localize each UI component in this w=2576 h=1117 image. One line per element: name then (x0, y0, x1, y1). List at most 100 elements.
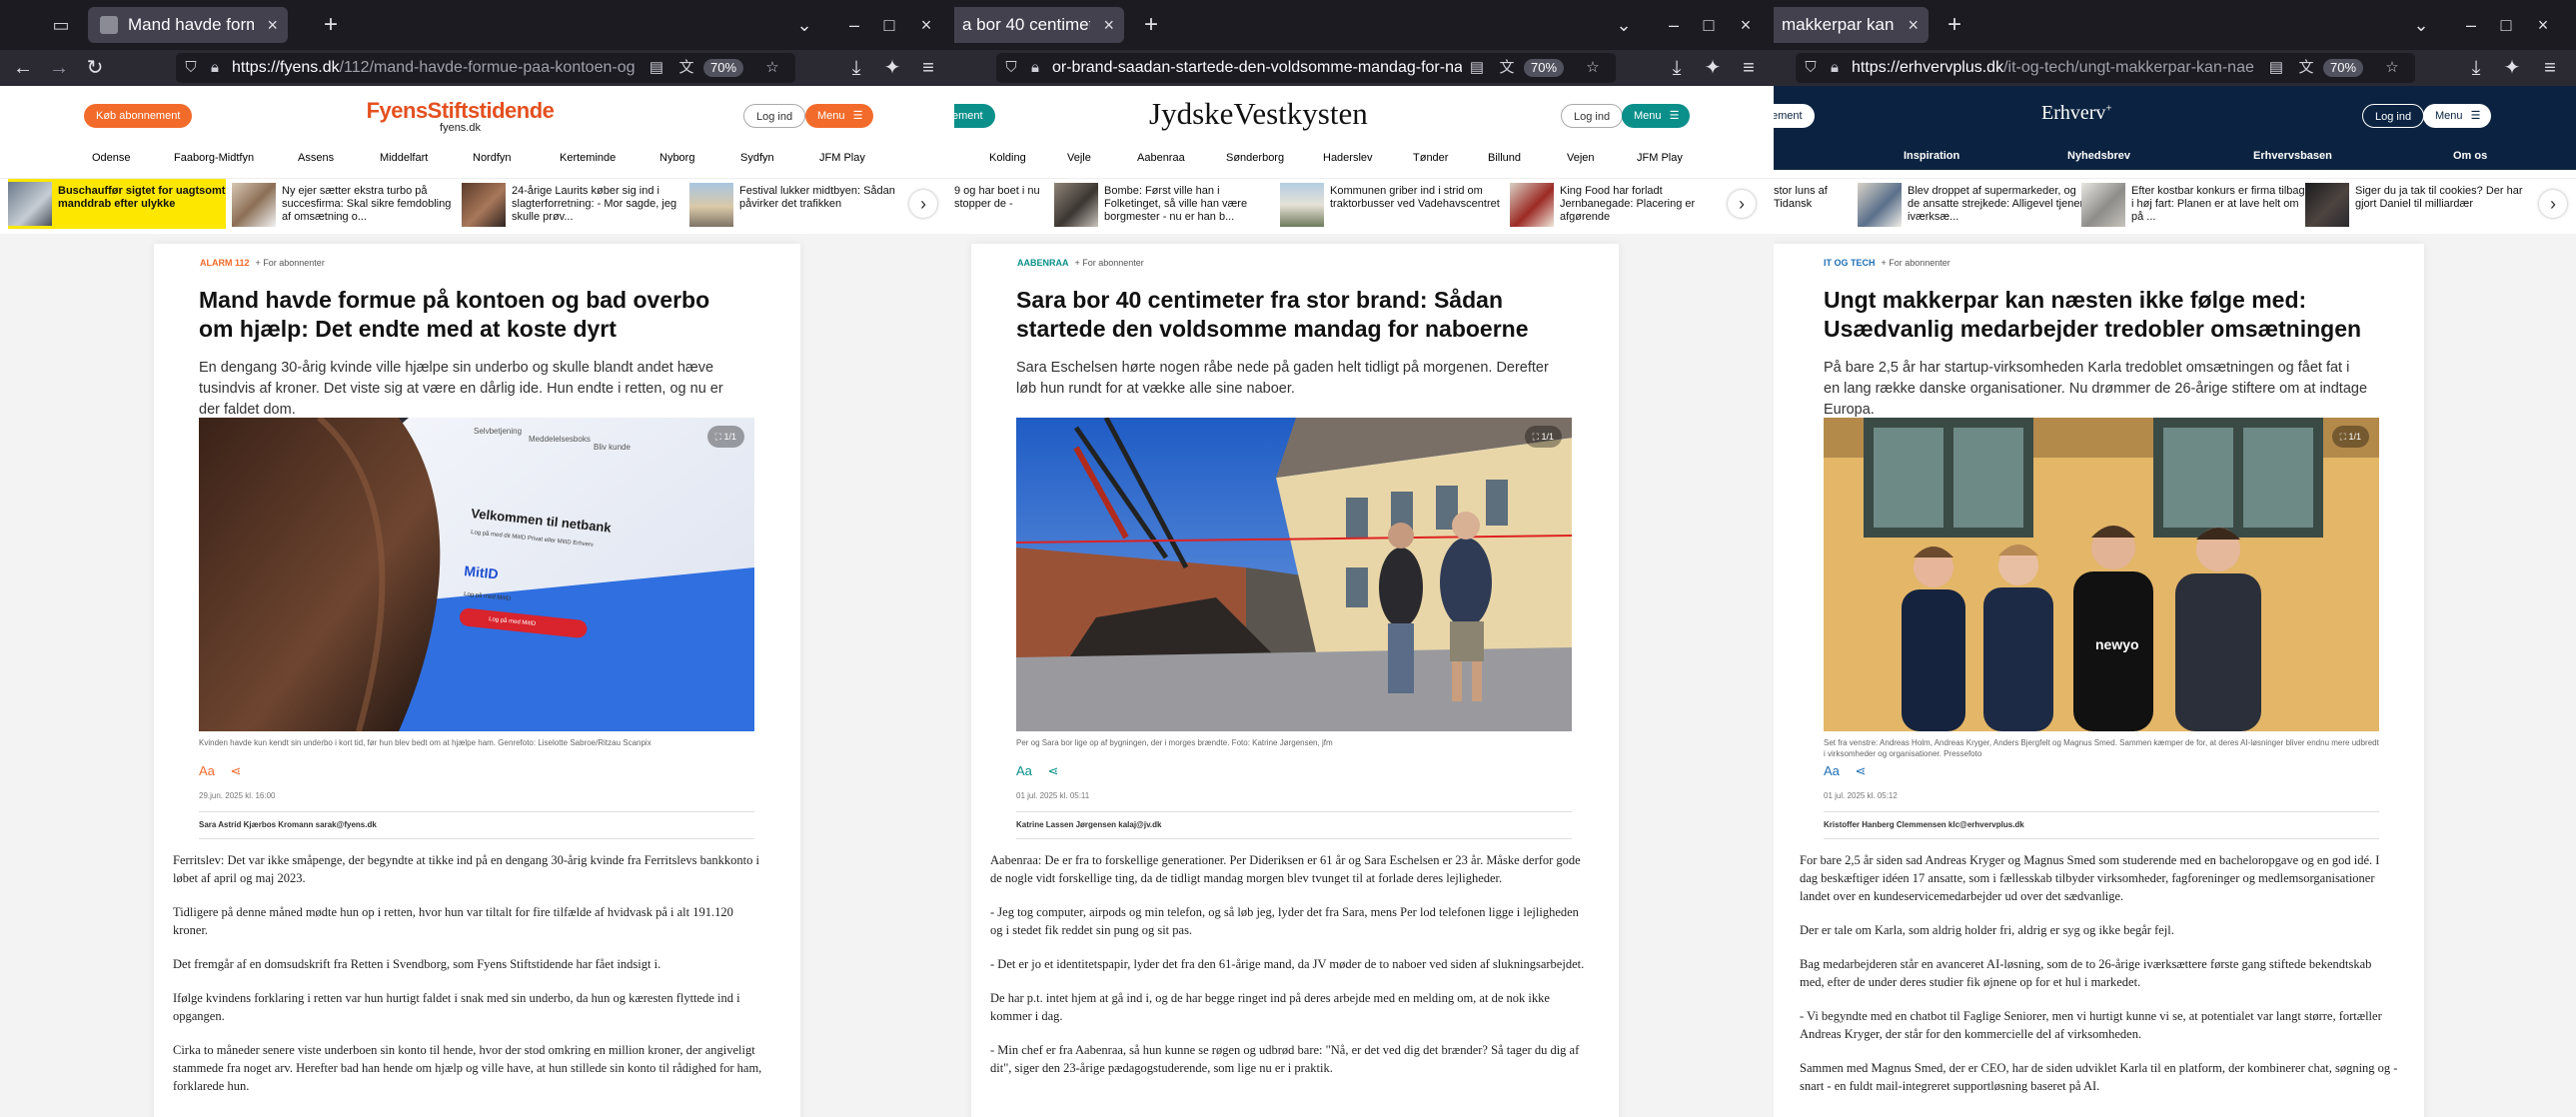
section-link[interactable]: Sydfyn (740, 152, 774, 164)
url-bar[interactable]: ⛉ 🔒︎ or-brand-saadan-startede-den-voldso… (996, 53, 1616, 83)
login-button[interactable]: Log ind (743, 104, 806, 128)
section-link[interactable]: Tønder (1413, 152, 1448, 164)
tab-active[interactable]: Mand havde formue på kontoen og bad over… (88, 7, 288, 43)
strip-next-icon[interactable]: › (909, 190, 937, 218)
strip-card[interactable]: King Food har forladt Jernbanegade: Plac… (1510, 183, 1710, 227)
strip-card[interactable]: Festival lukker midtbyen: Sådan påvirker… (689, 183, 899, 227)
section-link[interactable]: Haderslev (1323, 152, 1373, 164)
strip-card[interactable]: Siger du ja tak til cookies? Der har gjo… (2305, 183, 2535, 227)
font-size-button[interactable]: Aa (1016, 763, 1032, 778)
site-logo[interactable]: JydskeVestkysten (1149, 96, 1368, 132)
site-logo[interactable]: Erhverv+ (2041, 102, 2112, 125)
tab-active[interactable]: a bor 40 centimeter fra stor brand × (954, 7, 1124, 43)
strip-next-icon[interactable]: › (2539, 190, 2567, 218)
extensions-icon[interactable]: ✦ (1698, 53, 1728, 83)
section-link[interactable]: Billund (1488, 152, 1521, 164)
maximize-icon[interactable]: □ (2491, 10, 2521, 40)
buy-subscription-button[interactable]: ement (1774, 104, 1815, 128)
menu-button[interactable]: Menu ☰ (2423, 104, 2491, 128)
strip-card[interactable]: Kommunen griber ind i strid om traktorbu… (1280, 183, 1510, 227)
zoom-level[interactable]: 70% (703, 59, 744, 77)
buy-subscription-button[interactable]: Køb abonnement (84, 104, 193, 128)
section-tag[interactable]: AABENRAA (1017, 258, 1069, 268)
section-link[interactable]: Om os (2453, 150, 2487, 162)
lock-icon[interactable]: 🔒︎ (1024, 53, 1046, 83)
strip-card[interactable]: Buschauffør sigtet for uagtsomt manddrab… (8, 179, 226, 229)
app-menu-icon[interactable]: ≡ (1734, 53, 1764, 83)
share-icon[interactable]: ⋖ (231, 763, 242, 778)
section-link[interactable]: Vejle (1067, 152, 1091, 164)
section-link[interactable]: Middelfart (380, 152, 428, 164)
zoom-level[interactable]: 70% (1524, 59, 1565, 77)
translate-icon[interactable]: 文 (1496, 53, 1518, 83)
site-logo[interactable]: FyensStiftstidende fyens.dk (358, 98, 563, 134)
byline[interactable]: Katrine Lassen Jørgensen kalaj@jv.dk (1016, 811, 1572, 839)
photo-expand-button[interactable]: ⛶ 1/1 (706, 426, 744, 448)
section-tag[interactable]: IT OG TECH (1824, 258, 1876, 268)
login-button[interactable]: Log ind (2362, 104, 2425, 128)
section-link[interactable]: Kerteminde (560, 152, 616, 164)
share-icon[interactable]: ⋖ (1856, 763, 1867, 778)
url-bar[interactable]: ⛉ 🔒︎ https://fyens.dk/112/mand-havde-for… (176, 53, 795, 83)
strip-card[interactable]: Bombe: Først ville han i Folketinget, så… (1054, 183, 1274, 227)
article-photo[interactable]: Selvbetjening Meddelelsesboks Bliv kunde… (199, 418, 754, 731)
list-tabs-icon[interactable]: ⌄ (789, 10, 819, 40)
photo-expand-button[interactable]: ⛶ 1/1 (1524, 426, 1562, 448)
strip-card[interactable]: stor luns af Tidansk (1774, 183, 1864, 227)
zoom-level[interactable]: 70% (2323, 59, 2364, 77)
section-link[interactable]: Odense (92, 152, 131, 164)
section-tag[interactable]: ALARM 112 (200, 258, 250, 268)
lock-icon[interactable]: 🔒︎ (204, 53, 226, 83)
strip-card[interactable]: 9 og har boet i nu stopper de - (954, 183, 1044, 227)
new-tab-icon[interactable]: + (316, 10, 346, 40)
forward-icon[interactable]: → (44, 53, 74, 83)
strip-next-icon[interactable]: › (1728, 190, 1756, 218)
photo-expand-button[interactable]: ⛶ 1/1 (2331, 426, 2369, 448)
font-size-button[interactable]: Aa (1824, 763, 1840, 778)
downloads-icon[interactable]: ⤓ (2461, 53, 2491, 83)
article-photo[interactable]: ⛶ 1/1 (1016, 418, 1572, 731)
bookmark-star-icon[interactable]: ☆ (2381, 53, 2403, 83)
bookmark-star-icon[interactable]: ☆ (1582, 53, 1604, 83)
new-tab-icon[interactable]: + (1939, 10, 1969, 40)
close-window-icon[interactable]: × (1731, 10, 1761, 40)
byline[interactable]: Kristoffer Hanberg Clemmensen klc@erhver… (1824, 811, 2379, 839)
reader-view-icon[interactable]: ▤ (645, 53, 667, 83)
section-link[interactable]: JFM Play (819, 152, 865, 164)
tracking-shield-icon[interactable]: ⛉ (1800, 53, 1822, 83)
login-button[interactable]: Log ind (1561, 104, 1624, 128)
list-tabs-icon[interactable]: ⌄ (2406, 10, 2436, 40)
section-link[interactable]: Inspiration (1904, 150, 1959, 162)
new-tab-icon[interactable]: + (1136, 10, 1166, 40)
close-tab-icon[interactable]: × (1908, 7, 1919, 43)
article-photo[interactable]: newyo ⛶ 1/1 (1824, 418, 2379, 731)
menu-button[interactable]: Menu ☰ (805, 104, 873, 128)
section-link[interactable]: Sønderborg (1226, 152, 1284, 164)
strip-card[interactable]: Blev droppet af supermarkeder, og de ans… (1858, 183, 2087, 227)
byline[interactable]: Sara Astrid Kjærbos Kromann sarak@fyens.… (199, 811, 754, 839)
close-tab-icon[interactable]: × (1103, 7, 1114, 43)
section-link[interactable]: Vejen (1567, 152, 1595, 164)
tab-overview-icon[interactable]: ▭ (50, 14, 72, 36)
strip-card[interactable]: Efter kostbar konkurs er firma tilbage i… (2081, 183, 2311, 227)
extensions-icon[interactable]: ✦ (877, 53, 907, 83)
url-bar[interactable]: ⛉ 🔒︎ https://erhvervplus.dk/it-og-tech/u… (1796, 53, 2415, 83)
tracking-shield-icon[interactable]: ⛉ (180, 53, 202, 83)
bookmark-star-icon[interactable]: ☆ (761, 53, 783, 83)
close-tab-icon[interactable]: × (267, 7, 278, 43)
section-link[interactable]: Nyhedsbrev (2067, 150, 2130, 162)
lock-icon[interactable]: 🔒︎ (1824, 53, 1846, 83)
tab-active[interactable]: makkerpar kan næste × (1774, 7, 1929, 43)
section-link[interactable]: Nyborg (659, 152, 694, 164)
buy-subscription-button[interactable]: ement (954, 104, 995, 128)
minimize-icon[interactable]: – (2456, 10, 2486, 40)
section-link[interactable]: Nordfyn (473, 152, 512, 164)
extensions-icon[interactable]: ✦ (2497, 53, 2527, 83)
section-link[interactable]: Aabenraa (1137, 152, 1185, 164)
strip-card[interactable]: 24-årige Laurits køber sig ind i slagter… (462, 183, 681, 227)
close-window-icon[interactable]: × (911, 10, 941, 40)
reload-icon[interactable]: ↻ (80, 53, 110, 83)
list-tabs-icon[interactable]: ⌄ (1609, 10, 1639, 40)
maximize-icon[interactable]: □ (1694, 10, 1724, 40)
downloads-icon[interactable]: ⤓ (1662, 53, 1692, 83)
